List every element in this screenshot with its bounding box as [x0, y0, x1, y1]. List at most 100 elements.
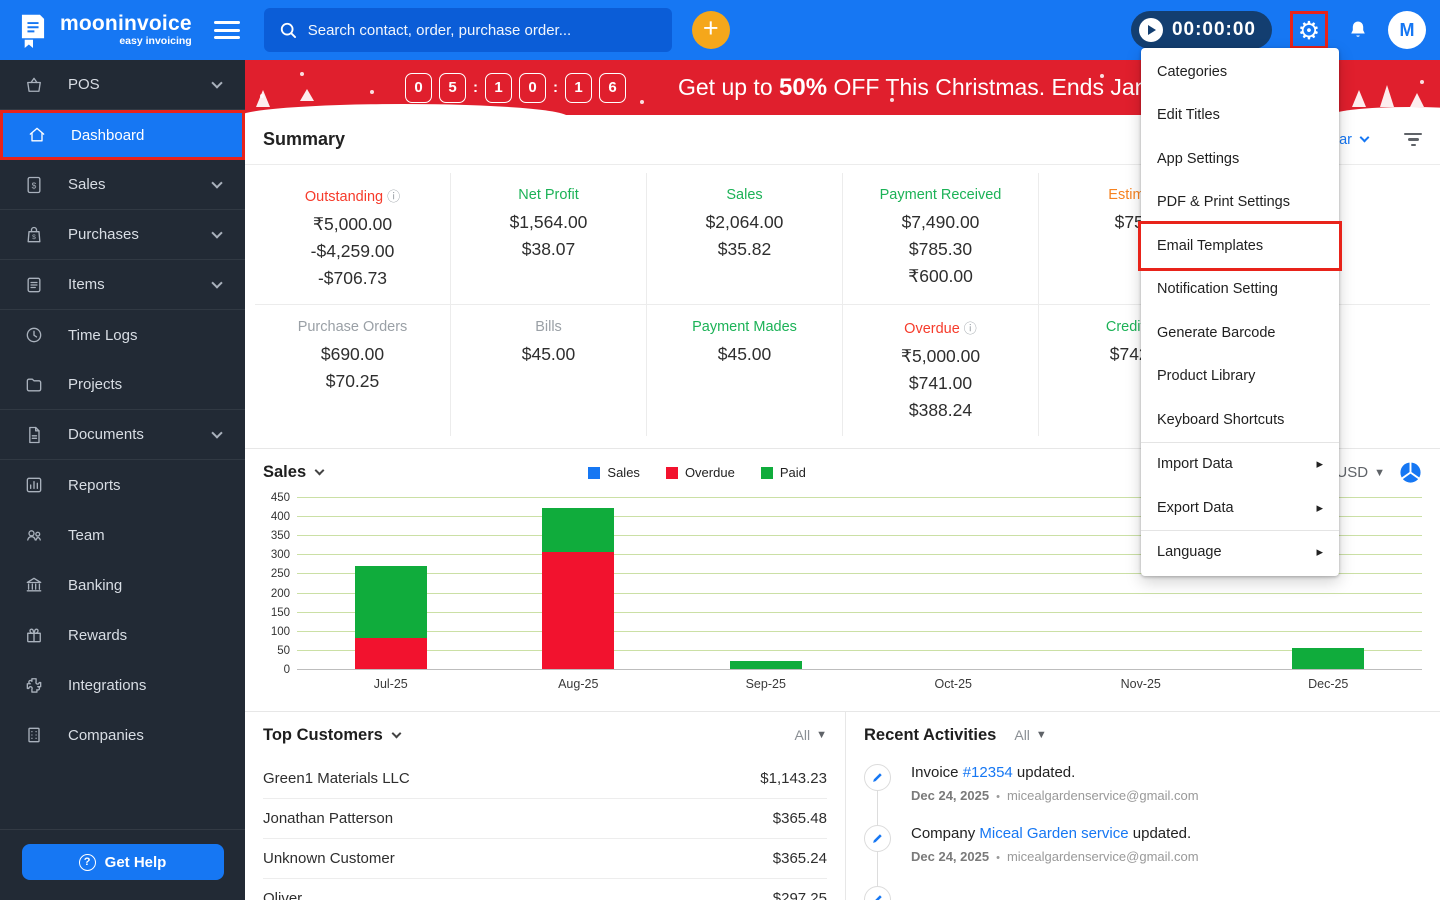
sidebar-item-purchases[interactable]: $ Purchases: [0, 210, 245, 260]
y-tick-label: 150: [270, 606, 290, 619]
recent-activities-card: Recent Activities All ▼ Invoice #12354 up…: [846, 712, 1440, 900]
search-bar[interactable]: [263, 8, 672, 52]
chevron-down-icon: [314, 465, 325, 476]
chevron-down-icon: [211, 426, 223, 439]
y-tick-label: 0: [283, 664, 290, 676]
activities-filter-dropdown[interactable]: All ▼: [1014, 727, 1046, 743]
bar-segment-paid: [542, 508, 615, 553]
info-icon[interactable]: ⓘ: [964, 322, 977, 337]
activity-link[interactable]: #12354: [963, 764, 1013, 781]
sidebar-item-integrations[interactable]: Integrations: [0, 660, 245, 710]
sidebar: POS Dashboard $ Sales $ Purchases Items …: [0, 60, 245, 900]
brand-tagline: easy invoicing: [119, 35, 192, 48]
search-input[interactable]: [307, 21, 658, 39]
sidebar-item-dashboard[interactable]: Dashboard: [0, 110, 245, 160]
menu-item-edit-titles[interactable]: Edit Titles: [1141, 94, 1339, 138]
countdown-digit: 1: [565, 72, 592, 103]
svg-text:$: $: [32, 234, 36, 241]
gear-icon[interactable]: ⚙: [1298, 18, 1320, 43]
dropdown-arrow-icon: ▼: [1035, 729, 1047, 741]
sidebar-item-sales[interactable]: $ Sales: [0, 160, 245, 210]
menu-item-categories[interactable]: Categories: [1141, 50, 1339, 94]
x-tick-label: Jul-25: [373, 677, 408, 691]
sidebar-item-pos[interactable]: POS: [0, 60, 245, 110]
sidebar-item-documents[interactable]: Documents: [0, 410, 245, 460]
top-customers-title-dropdown[interactable]: Top Customers: [263, 726, 402, 745]
pie-chart-icon[interactable]: [1399, 461, 1422, 484]
menu-item-notification-setting[interactable]: Notification Setting: [1141, 268, 1339, 312]
gridline: [297, 630, 1422, 632]
logo[interactable]: mooninvoice easy invoicing: [0, 12, 192, 48]
avatar[interactable]: M: [1388, 11, 1426, 49]
currency-dropdown[interactable]: USD ▼: [1336, 464, 1385, 481]
timer[interactable]: 00:00:00: [1130, 11, 1272, 49]
menu-item-pdf-print-settings[interactable]: PDF & Print Settings: [1141, 181, 1339, 225]
chevron-down-icon: [211, 76, 223, 89]
activity-date: Dec 24, 2025: [911, 788, 990, 803]
countdown-digit: 5: [439, 72, 466, 103]
info-icon[interactable]: ⓘ: [387, 190, 400, 205]
menu-item-language[interactable]: Language: [1141, 531, 1339, 575]
filter-icon[interactable]: [1404, 132, 1422, 147]
customer-row[interactable]: Jonathan Patterson $365.48: [263, 798, 827, 838]
sidebar-item-projects[interactable]: Projects: [0, 360, 245, 410]
hamburger-menu-icon[interactable]: [213, 17, 240, 44]
customer-row[interactable]: Oliver $297.25: [263, 878, 827, 900]
svg-text:$: $: [32, 180, 37, 190]
customer-row[interactable]: Unknown Customer $365.24: [263, 838, 827, 878]
play-icon[interactable]: [1138, 18, 1163, 42]
submenu-arrow-icon: [1316, 500, 1323, 516]
activity-link[interactable]: Miceal Garden service: [979, 825, 1128, 842]
stat-outstanding: Outstanding ⓘ ₹5,000.00 -$4,259.00 -$706.…: [304, 189, 401, 288]
menu-item-generate-barcode[interactable]: Generate Barcode: [1141, 311, 1339, 355]
menu-item-email-templates[interactable]: Email Templates: [1138, 221, 1342, 271]
customer-row[interactable]: Green1 Materials LLC $1,143.23: [263, 758, 827, 798]
snow-decoration: [1330, 107, 1440, 115]
stacked-bar: [542, 508, 615, 669]
countdown-timer: 0 5 : 1 0 : 1 6: [405, 72, 626, 103]
get-help-button[interactable]: ? Get Help: [21, 844, 224, 880]
sidebar-item-companies[interactable]: Companies: [0, 710, 245, 760]
bar-segment-paid: [729, 660, 802, 669]
edit-pencil-icon: [864, 764, 891, 791]
page-title: Summary: [263, 129, 346, 149]
sidebar-item-items[interactable]: Items: [0, 260, 245, 310]
edit-pencil-icon: [864, 825, 891, 852]
activity-email: micealgardenservice@gmail.com: [1006, 788, 1199, 803]
menu-item-keyboard-shortcuts[interactable]: Keyboard Shortcuts: [1141, 398, 1339, 442]
add-button[interactable]: +: [691, 11, 730, 49]
bar-chart-icon: [26, 477, 42, 493]
customers-filter-dropdown[interactable]: All ▼: [795, 727, 827, 743]
menu-item-app-settings[interactable]: App Settings: [1141, 137, 1339, 181]
x-tick-label: Dec-25: [1308, 677, 1349, 691]
tree-decoration: [1380, 85, 1394, 107]
y-tick-label: 400: [270, 511, 290, 524]
gridline: [297, 669, 1422, 670]
bell-icon[interactable]: [1346, 17, 1370, 43]
y-tick-label: 450: [270, 492, 290, 504]
sidebar-item-reports[interactable]: Reports: [0, 460, 245, 510]
y-tick-label: 350: [270, 530, 290, 543]
document-icon: [29, 426, 40, 443]
sidebar-item-rewards[interactable]: Rewards: [0, 610, 245, 660]
chevron-down-icon: [211, 276, 223, 289]
bar-segment-overdue: [354, 638, 427, 669]
settings-highlight-box[interactable]: ⚙: [1290, 11, 1328, 49]
menu-item-import-data[interactable]: Import Data: [1141, 443, 1339, 487]
activity-date: Dec 24, 2025: [911, 849, 990, 864]
stat-payment-mades: Payment Mades $45.00: [646, 305, 842, 436]
y-tick-label: 50: [277, 644, 290, 657]
menu-item-product-library[interactable]: Product Library: [1141, 355, 1339, 399]
search-icon: [280, 22, 296, 38]
countdown-digit: 0: [519, 72, 546, 103]
bank-icon: [26, 577, 42, 592]
sidebar-item-team[interactable]: Team: [0, 510, 245, 560]
home-icon: [29, 127, 45, 142]
gift-icon: [27, 628, 41, 643]
sidebar-item-banking[interactable]: Banking: [0, 560, 245, 610]
chart-title-dropdown[interactable]: Sales: [263, 463, 325, 482]
sidebar-item-time-logs[interactable]: Time Logs: [0, 310, 245, 360]
countdown-digit: 0: [405, 72, 432, 103]
menu-item-export-data[interactable]: Export Data: [1141, 486, 1339, 530]
building-icon: [28, 727, 40, 743]
